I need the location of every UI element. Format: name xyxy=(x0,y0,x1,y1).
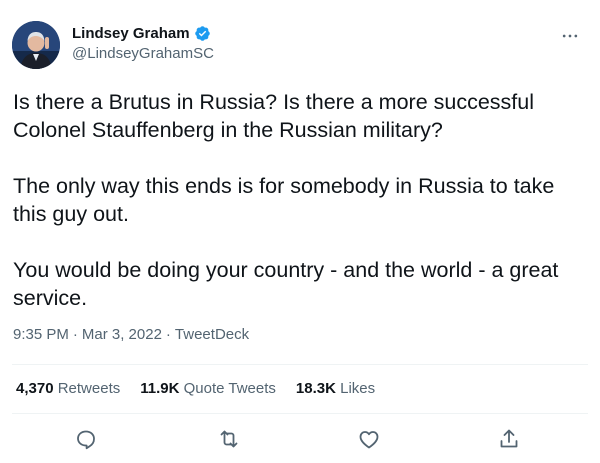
tweet-paragraph: Is there a Brutus in Russia? Is there a … xyxy=(13,90,535,142)
retweets-count: 4,370 xyxy=(16,380,54,397)
tweet-paragraph: You would be doing your country - and th… xyxy=(13,258,559,310)
tweet-text: Is there a Brutus in Russia? Is there a … xyxy=(13,88,588,312)
verified-badge-icon xyxy=(194,25,210,41)
reply-icon[interactable] xyxy=(74,427,98,451)
likes-stat[interactable]: 18.3K Likes xyxy=(296,380,375,397)
engagement-stats: 4,370 Retweets 11.9K Quote Tweets 18.3K … xyxy=(16,380,375,397)
action-bar xyxy=(0,425,600,455)
tweet-meta: 9:35 PM · Mar 3, 2022 · TweetDeck xyxy=(13,326,249,343)
tweet-date: Mar 3, 2022 xyxy=(81,326,162,343)
retweet-icon[interactable] xyxy=(217,427,241,451)
meta-separator: · xyxy=(165,326,171,343)
tweet-source[interactable]: TweetDeck xyxy=(175,326,249,343)
quote-tweets-count: 11.9K xyxy=(140,380,180,397)
share-icon[interactable] xyxy=(497,427,521,451)
heart-icon[interactable] xyxy=(357,427,381,451)
avatar[interactable] xyxy=(12,21,60,69)
likes-label: Likes xyxy=(340,380,376,397)
author-display-name[interactable]: Lindsey Graham xyxy=(72,25,190,42)
tweet-paragraph: The only way this ends is for somebody i… xyxy=(13,174,555,226)
author-handle[interactable]: @LindseyGrahamSC xyxy=(72,45,214,62)
more-horizontal-icon[interactable] xyxy=(560,26,580,46)
tweet-timestamp[interactable]: 9:35 PM · Mar 3, 2022 xyxy=(13,326,162,343)
quote-tweets-label: Quote Tweets xyxy=(183,380,276,397)
meta-separator: · xyxy=(72,326,78,343)
tweet-time: 9:35 PM xyxy=(13,326,69,343)
tweet-card: Lindsey Graham @LindseyGrahamSC Is there… xyxy=(0,0,600,463)
divider xyxy=(12,413,588,414)
retweets-label: Retweets xyxy=(57,380,121,397)
divider xyxy=(12,364,588,365)
author-block: Lindsey Graham @LindseyGrahamSC xyxy=(72,23,214,63)
likes-count: 18.3K xyxy=(295,380,336,397)
quote-tweets-stat[interactable]: 11.9K Quote Tweets xyxy=(140,380,276,397)
retweets-stat[interactable]: 4,370 Retweets xyxy=(16,380,120,397)
